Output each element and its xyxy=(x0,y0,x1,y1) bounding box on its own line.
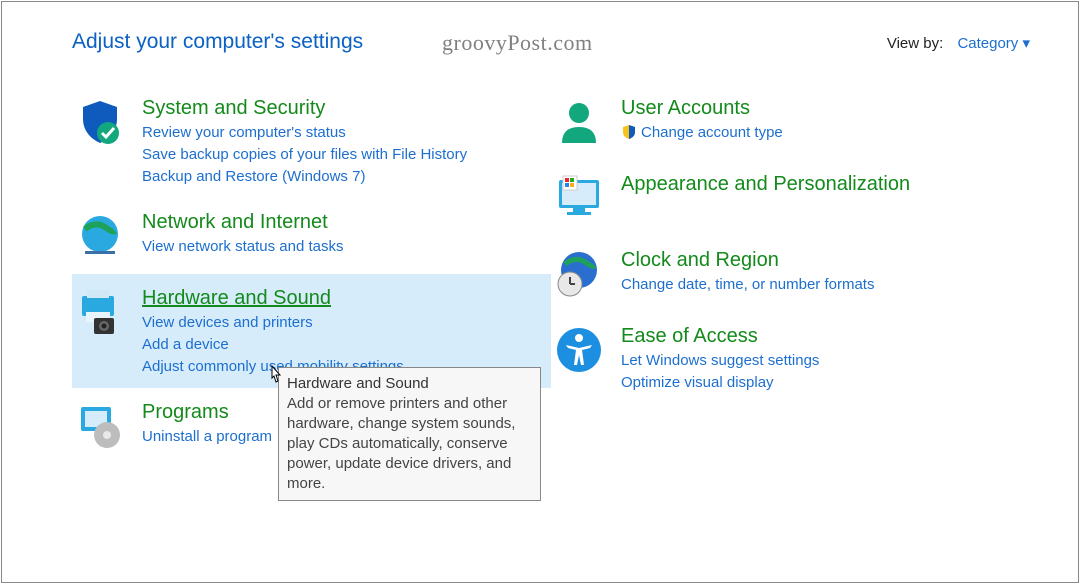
tooltip-title: Hardware and Sound xyxy=(287,374,532,394)
category-link[interactable]: View network status and tasks xyxy=(142,236,541,258)
category-link[interactable]: Backup and Restore (Windows 7) xyxy=(142,166,541,188)
globe-clock-icon[interactable] xyxy=(551,246,607,302)
category-appearance: Appearance and Personalization xyxy=(551,160,1030,236)
category-title-network-internet[interactable]: Network and Internet xyxy=(142,210,328,234)
category-system-security: System and SecurityReview your computer'… xyxy=(72,84,551,198)
category-title-programs[interactable]: Programs xyxy=(142,400,229,424)
category-network-internet: Network and InternetView network status … xyxy=(72,198,551,274)
monitor-icon[interactable] xyxy=(551,170,607,226)
watermark-text: groovyPost.com xyxy=(442,30,593,56)
printer-camera-icon[interactable] xyxy=(72,284,128,340)
category-title-clock-region[interactable]: Clock and Region xyxy=(621,248,779,272)
category-link[interactable]: Change date, time, or number formats xyxy=(621,274,1020,296)
category-title-ease-access[interactable]: Ease of Access xyxy=(621,324,758,348)
user-icon[interactable] xyxy=(551,94,607,150)
category-clock-region: Clock and RegionChange date, time, or nu… xyxy=(551,236,1030,312)
category-link[interactable]: Save backup copies of your files with Fi… xyxy=(142,144,541,166)
tooltip-body: Add or remove printers and other hardwar… xyxy=(287,394,532,494)
category-user-accounts: User AccountsChange account type xyxy=(551,84,1030,160)
category-title-system-security[interactable]: System and Security xyxy=(142,96,325,120)
shield-check-icon[interactable] xyxy=(72,94,128,150)
category-title-appearance[interactable]: Appearance and Personalization xyxy=(621,172,910,196)
page-title: Adjust your computer's settings xyxy=(72,30,363,54)
category-link[interactable]: Add a device xyxy=(142,334,541,356)
category-link[interactable]: Let Windows suggest settings xyxy=(621,350,1020,372)
globe-icon[interactable] xyxy=(72,208,128,264)
category-title-user-accounts[interactable]: User Accounts xyxy=(621,96,750,120)
category-link[interactable]: View devices and printers xyxy=(142,312,541,334)
uac-shield-icon xyxy=(621,124,637,140)
category-link[interactable]: Change account type xyxy=(621,122,1020,144)
category-link[interactable]: Optimize visual display xyxy=(621,372,1020,394)
programs-icon[interactable] xyxy=(72,398,128,454)
category-ease-access: Ease of AccessLet Windows suggest settin… xyxy=(551,312,1030,404)
accessibility-icon[interactable] xyxy=(551,322,607,378)
tooltip: Hardware and Sound Add or remove printer… xyxy=(278,367,541,501)
category-link[interactable]: Review your computer's status xyxy=(142,122,541,144)
view-by-dropdown[interactable]: Category ▾ xyxy=(957,35,1030,52)
category-title-hardware-sound[interactable]: Hardware and Sound xyxy=(142,286,331,310)
view-by-label: View by: xyxy=(887,35,943,52)
